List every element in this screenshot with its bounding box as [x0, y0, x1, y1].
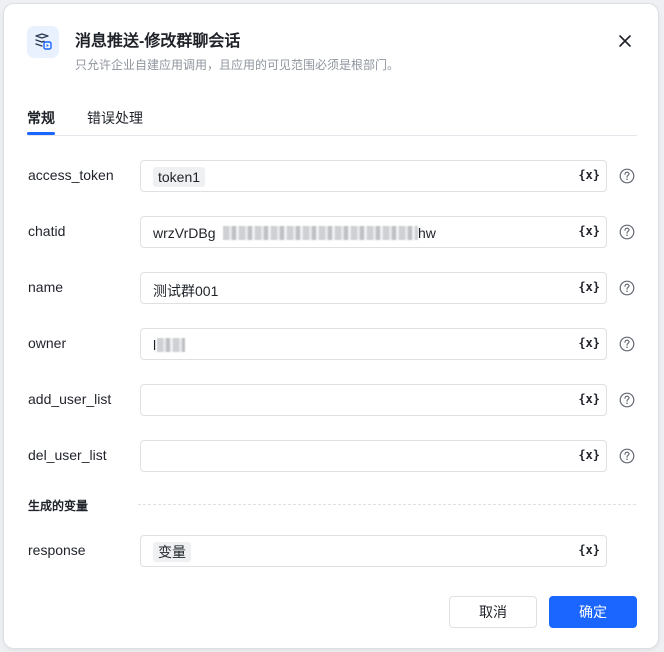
help-icon[interactable]: [619, 280, 635, 296]
insert-variable-button[interactable]: {x}: [578, 392, 600, 406]
dialog: 消息推送-修改群聊会话 只允许企业自建应用调用，且应用的可见范围必须是根部门。 …: [4, 4, 658, 648]
help-icon[interactable]: [619, 448, 635, 464]
active-tab-indicator: [27, 132, 55, 135]
field-label: add_user_list: [28, 391, 112, 407]
field-label: access_token: [28, 167, 114, 183]
insert-variable-button[interactable]: {x}: [578, 336, 600, 350]
insert-variable-button[interactable]: {x}: [578, 448, 600, 462]
field-label: owner: [28, 335, 67, 351]
insert-variable-button[interactable]: {x}: [578, 224, 600, 238]
owner-input[interactable]: l {x}: [140, 328, 607, 360]
field-row-response: response 变量 {x}: [4, 535, 658, 569]
section-divider: [138, 504, 636, 505]
field-row-del-user-list: del_user_list {x}: [4, 440, 658, 474]
close-icon[interactable]: [614, 30, 636, 52]
name-input[interactable]: 测试群001 {x}: [140, 272, 607, 304]
field-row-access-token: access_token token1 {x}: [4, 160, 658, 194]
tab-general[interactable]: 常规: [27, 108, 55, 128]
chatid-input[interactable]: wrzVrDBg hw {x}: [140, 216, 607, 248]
field-label: response: [28, 542, 86, 558]
field-label: del_user_list: [28, 447, 107, 463]
variable-chip[interactable]: 变量: [153, 542, 191, 562]
field-label: chatid: [28, 223, 66, 239]
field-label: name: [28, 279, 64, 295]
name-value: 测试群001: [153, 283, 219, 299]
chatid-value-prefix: wrzVrDBg: [153, 225, 216, 241]
insert-variable-button[interactable]: {x}: [578, 280, 600, 294]
owner-value: l: [153, 337, 157, 353]
redacted-blur: [223, 226, 418, 240]
insert-variable-button[interactable]: {x}: [578, 543, 600, 557]
help-icon[interactable]: [619, 336, 635, 352]
tab-bar: 常规 错误处理: [27, 104, 637, 136]
redacted-blur: [157, 338, 185, 352]
chatid-value-suffix: hw: [418, 225, 436, 241]
field-row-name: name 测试群001 {x}: [4, 272, 658, 306]
generated-variables-heading: 生成的变量: [28, 499, 89, 513]
message-push-icon: [27, 26, 59, 58]
field-row-owner: owner l {x}: [4, 328, 658, 362]
access-token-input[interactable]: token1 {x}: [140, 160, 607, 192]
dialog-subtitle: 只允许企业自建应用调用，且应用的可见范围必须是根部门。: [75, 58, 400, 72]
field-row-add-user-list: add_user_list {x}: [4, 384, 658, 418]
response-input[interactable]: 变量 {x}: [140, 535, 607, 567]
del-user-list-input[interactable]: {x}: [140, 440, 607, 472]
confirm-button[interactable]: 确定: [549, 596, 637, 628]
tab-error-handling[interactable]: 错误处理: [87, 108, 143, 128]
field-row-chatid: chatid wrzVrDBg hw {x}: [4, 216, 658, 250]
help-icon[interactable]: [619, 392, 635, 408]
help-icon[interactable]: [619, 224, 635, 240]
add-user-list-input[interactable]: {x}: [140, 384, 607, 416]
token-chip[interactable]: token1: [153, 167, 206, 187]
help-icon[interactable]: [619, 168, 635, 184]
dialog-title: 消息推送-修改群聊会话: [75, 33, 241, 50]
insert-variable-button[interactable]: {x}: [578, 168, 600, 182]
cancel-button[interactable]: 取消: [449, 596, 537, 628]
